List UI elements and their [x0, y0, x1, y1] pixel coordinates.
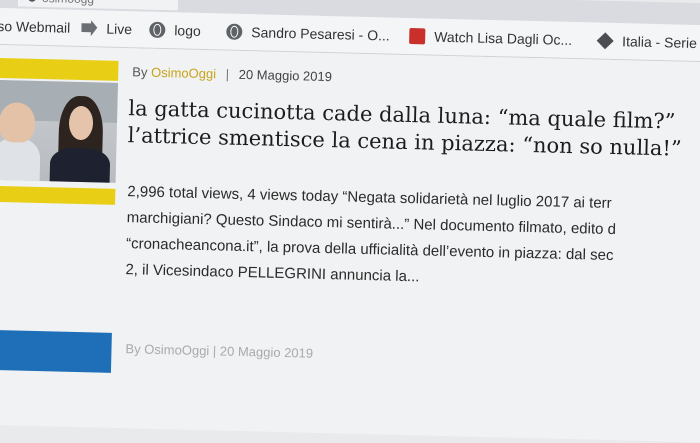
- bookmark-sandro-pesaresi[interactable]: Sandro Pesaresi - O...: [226, 20, 390, 48]
- article-date: 20 Maggio 2019: [238, 66, 333, 85]
- tab-favicon-icon: [27, 0, 37, 2]
- photo-person: [49, 147, 111, 183]
- next-article-thumbnail[interactable]: [0, 329, 112, 373]
- globe-icon: [226, 23, 243, 40]
- bookmark-live[interactable]: Live: [81, 16, 132, 41]
- bookmark-label: logo: [174, 22, 201, 39]
- bookmark-webmail[interactable]: so Webmail: [0, 14, 71, 40]
- bookmark-label: Sandro Pesaresi - O...: [251, 24, 390, 44]
- globe-icon: [149, 21, 166, 39]
- page-icon: [81, 20, 97, 36]
- photo-person: [0, 137, 41, 183]
- bookmark-italia-serie[interactable]: Italia - Serie: [596, 29, 698, 55]
- bookmark-watch-lisa[interactable]: Watch Lisa Dagli Oc...: [409, 24, 573, 52]
- article-thumbnail[interactable]: [0, 57, 119, 221]
- by-label: By: [132, 64, 148, 80]
- tab-title: osimoogg: [42, 0, 94, 6]
- thumbnail-accent-bar: [0, 185, 116, 205]
- bookmark-label: Italia - Serie: [621, 33, 698, 52]
- bookmark-label: so Webmail: [0, 17, 71, 36]
- bookmark-label: Live: [106, 20, 133, 38]
- article-excerpt: 2,996 total views, 4 views today “Negata…: [125, 179, 700, 298]
- author-link[interactable]: OsimoOggi: [151, 65, 216, 82]
- thumbnail-accent-bar: [0, 57, 119, 81]
- article-photo[interactable]: [0, 79, 119, 183]
- meta-separator: |: [225, 66, 230, 82]
- bookmark-label: Watch Lisa Dagli Oc...: [434, 28, 573, 48]
- apps-icon: [596, 32, 614, 50]
- video-icon: [409, 28, 426, 45]
- photo-person: [0, 102, 36, 143]
- bookmark-logo[interactable]: logo: [149, 18, 201, 43]
